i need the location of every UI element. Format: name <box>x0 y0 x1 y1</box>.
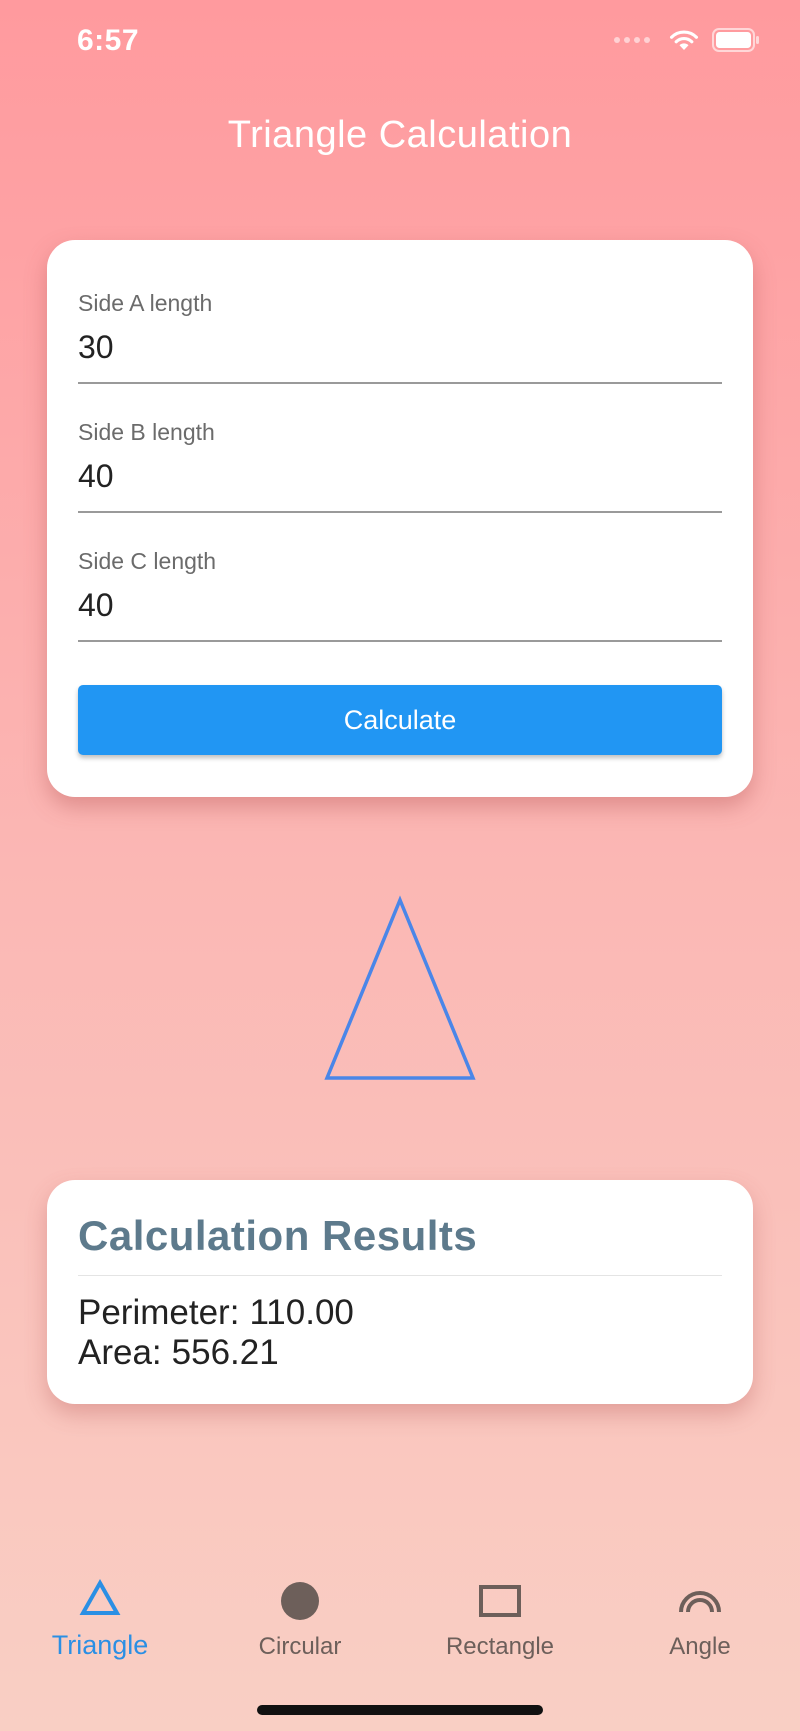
side-b-underline <box>78 511 722 513</box>
calculate-button[interactable]: Calculate <box>78 685 722 755</box>
area-result: Area: 556.21 <box>78 1333 279 1373</box>
nav-item-angle[interactable]: Angle <box>600 1560 800 1670</box>
status-icons <box>614 28 760 52</box>
nav-item-circular[interactable]: Circular <box>200 1560 400 1670</box>
side-a-input[interactable] <box>78 325 722 369</box>
nav-label-angle: Angle <box>669 1633 731 1660</box>
perimeter-result: Perimeter: 110.00 <box>78 1293 354 1333</box>
cellular-signal-icon <box>614 37 650 43</box>
perimeter-value: 110.00 <box>249 1293 354 1332</box>
side-b-label: Side B length <box>78 419 215 445</box>
angle-arc-icon <box>679 1591 721 1613</box>
triangle-icon <box>79 1578 121 1615</box>
battery-icon <box>712 28 759 52</box>
side-c-underline <box>78 640 722 642</box>
results-card: Calculation Results Perimeter: 110.00 Are… <box>47 1180 753 1404</box>
nav-label-rectangle: Rectangle <box>445 1633 555 1660</box>
input-card: Side A length Side B length Side C lengt… <box>47 240 753 797</box>
page-title: Triangle Calculation <box>227 114 573 156</box>
circle-icon <box>281 1582 319 1620</box>
side-a-label: Side A length <box>78 290 213 316</box>
rectangle-icon <box>479 1585 521 1617</box>
wifi-icon <box>670 30 698 50</box>
bottom-navigation: Triangle Circular Rectangle Angle <box>0 1560 800 1670</box>
area-label: Area: <box>78 1333 162 1372</box>
nav-item-rectangle[interactable]: Rectangle <box>400 1560 600 1670</box>
side-a-field: Side A length <box>78 290 722 400</box>
home-indicator <box>257 1705 543 1715</box>
side-b-field: Side B length <box>78 419 722 529</box>
perimeter-label: Perimeter: <box>78 1293 240 1332</box>
side-c-label: Side C length <box>78 548 217 574</box>
side-c-input[interactable] <box>78 583 722 627</box>
results-title: Calculation Results <box>78 1212 478 1259</box>
results-divider <box>78 1275 722 1276</box>
area-value: 556.21 <box>171 1333 279 1372</box>
side-a-underline <box>78 382 722 384</box>
side-c-field: Side C length <box>78 548 722 658</box>
status-time: 6:57 <box>77 24 140 57</box>
triangle-illustration <box>324 895 476 1080</box>
status-bar: 6:57 <box>0 0 800 90</box>
nav-label-triangle: Triangle <box>51 1630 149 1660</box>
nav-label-circular: Circular <box>258 1633 342 1660</box>
nav-item-triangle[interactable]: Triangle <box>0 1560 200 1670</box>
side-b-input[interactable] <box>78 454 722 498</box>
